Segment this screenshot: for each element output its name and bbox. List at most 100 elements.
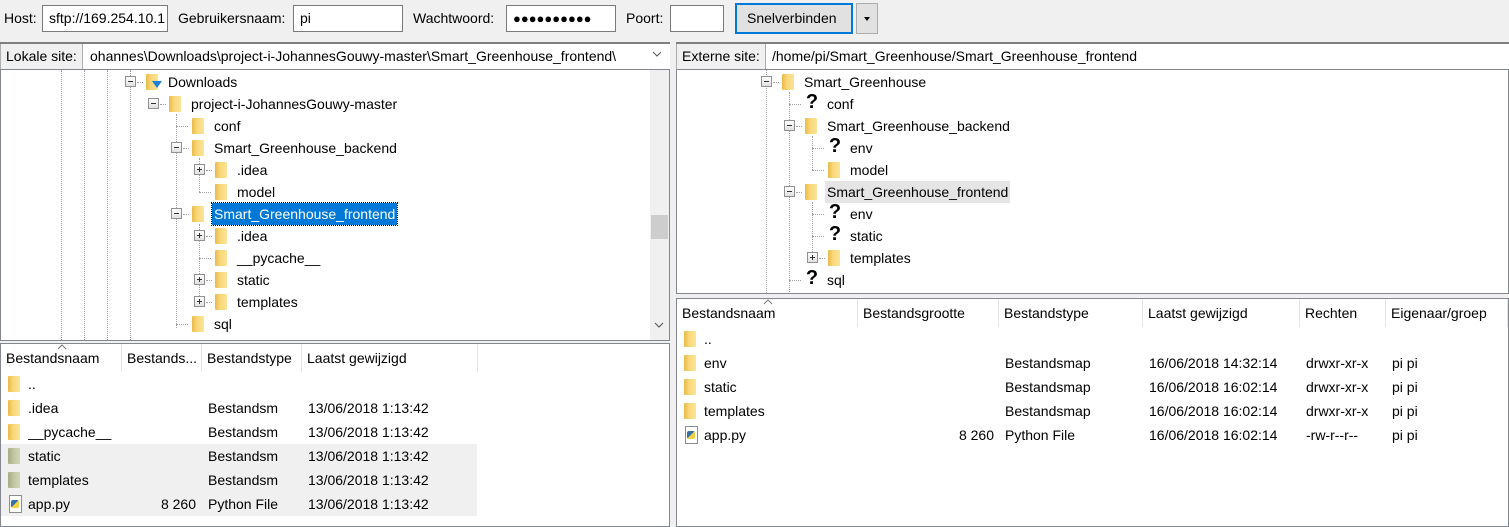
remote-file-list: Bestandsnaam Bestandsgrootte Bestandstype L… [676,298,1509,527]
file-type: Bestandsm [208,448,279,464]
file-owner: pi pi [1392,379,1418,395]
column-header[interactable]: Bestandsgrootte [858,299,999,327]
folder-icon [215,161,227,179]
port-input[interactable] [670,5,724,32]
column-header[interactable]: Laatst gewijzigd [1143,299,1300,327]
expand-icon[interactable] [194,164,205,175]
python-file-icon [8,495,22,513]
remote-list-header: Bestandsnaam Bestandsgrootte Bestandstype L… [677,299,1508,329]
collapse-icon[interactable] [784,120,795,131]
password-input[interactable]: ●●●●●●●●●● [506,5,616,32]
file-type: Python File [1005,427,1076,443]
scroll-down-icon[interactable] [654,320,664,330]
column-header[interactable]: Bestands... [122,344,202,372]
column-header[interactable]: Bestandstype [202,344,302,372]
file-row[interactable]: static Bestandsm 13/06/2018 1:13:42 [1,444,477,468]
tree-item-label: conf [214,118,241,134]
file-type: Bestandsmap [1005,355,1091,371]
file-row[interactable]: .idea Bestandsm 13/06/2018 1:13:42 [1,396,477,420]
tree-item-label: env [850,140,873,156]
collapse-icon[interactable] [784,186,795,197]
chevron-down-icon[interactable] [652,49,662,59]
folder-icon [805,183,817,201]
file-permissions: -rw-r--r-- [1306,427,1359,443]
folder-icon-grey [8,471,20,489]
username-input[interactable]: pi [293,5,403,32]
unknown-folder-icon: ? [805,91,819,113]
file-name: app.py [28,496,71,512]
expand-icon[interactable] [807,252,818,263]
collapse-icon[interactable] [761,76,772,87]
sort-ascending-icon [57,344,67,350]
tree-item-label: templates [237,294,298,310]
password-label: Wachtwoord: [413,10,495,26]
file-permissions: drwxr-xr-x [1306,379,1369,395]
file-owner: pi pi [1392,403,1418,419]
scrollbar-thumb[interactable] [651,215,668,239]
file-permissions: drwxr-xr-x [1306,355,1369,371]
file-modified: 16/06/2018 16:02:14 [1149,403,1278,419]
local-list-header: Bestandsnaam Bestands... Bestandstype Laats… [1,344,669,374]
python-file-icon [684,426,698,444]
file-row[interactable]: app.py 8 260 Python File 16/06/2018 16:02:1… [677,423,1508,447]
quickconnect-button[interactable]: Snelverbinden [735,3,853,34]
folder-icon [192,205,204,223]
tree-item-label: static [850,228,883,244]
tree-item-label: model [850,162,889,178]
file-name: static [704,379,737,395]
collapse-icon[interactable] [125,76,136,87]
tree-item-label: env [850,206,873,222]
folder-icon [192,117,204,135]
file-name: .. [704,331,712,347]
file-row[interactable]: templates Bestandsmap 16/06/2018 16:02:14 d… [677,399,1508,423]
collapse-icon[interactable] [148,98,159,109]
quickconnect-dropdown-button[interactable] [856,3,878,34]
tree-item-label: __pycache__ [237,250,321,266]
file-modified: 13/06/2018 1:13:42 [308,424,429,440]
file-size: 8 260 [160,496,196,512]
file-type: Bestandsmap [1005,379,1091,395]
column-header[interactable]: Rechten [1300,299,1386,327]
file-owner: pi pi [1392,427,1418,443]
collapse-icon[interactable] [171,142,182,153]
host-label: Host: [4,10,37,26]
folder-icon [215,227,227,245]
tree-item-label: sql [827,272,845,288]
file-row[interactable]: templates Bestandsm 13/06/2018 1:13:42 [1,468,477,492]
file-name: .. [28,376,36,392]
file-row[interactable]: app.py 8 260 Python File 13/06/2018 1:13:42 [1,492,477,516]
file-row[interactable]: env Bestandsmap 16/06/2018 14:32:14 drwxr-x… [677,351,1508,375]
file-row[interactable]: __pycache__ Bestandsm 13/06/2018 1:13:42 [1,420,477,444]
host-input[interactable]: sftp://169.254.10.1 [42,5,168,32]
local-tree-scrollbar[interactable] [650,70,669,340]
quickconnect-bar: Host: sftp://169.254.10.1 Gebruikersnaam… [0,0,1509,40]
file-row[interactable]: .. [1,372,477,396]
expand-icon[interactable] [194,274,205,285]
file-row[interactable]: .. [677,327,1508,351]
column-header[interactable]: Eigenaar/groep [1386,299,1508,327]
folder-icon [805,117,817,135]
column-header[interactable]: Bestandstype [999,299,1143,327]
unknown-folder-icon: ? [828,135,842,157]
tree-item-label: conf [827,96,854,112]
local-site-path-input[interactable]: ohannes\Downloads\project-i-JohannesGouw… [84,44,644,69]
file-type: Bestandsmap [1005,403,1091,419]
expand-icon[interactable] [194,296,205,307]
folder-icon [169,95,181,113]
collapse-icon[interactable] [171,208,182,219]
tree-item-label: Smart_Greenhouse_frontend [210,202,399,226]
tree-item-label: project-i-JohannesGouwy-master [191,96,398,112]
file-row[interactable]: static Bestandsmap 16/06/2018 16:02:14 drwx… [677,375,1508,399]
tree-item-label: .idea [237,162,268,178]
file-name: app.py [704,427,747,443]
folder-icon [215,271,227,289]
file-size: 8 260 [958,427,994,443]
unknown-folder-icon: ? [828,201,842,223]
expand-icon[interactable] [194,230,205,241]
folder-icon [8,375,20,393]
column-header[interactable]: Laatst gewijzigd [302,344,478,372]
folder-icon [192,139,204,157]
file-owner: pi pi [1392,355,1418,371]
file-name: static [28,448,61,464]
remote-site-path-input[interactable]: /home/pi/Smart_Greenhouse/Smart_Greenhou… [766,44,1506,69]
